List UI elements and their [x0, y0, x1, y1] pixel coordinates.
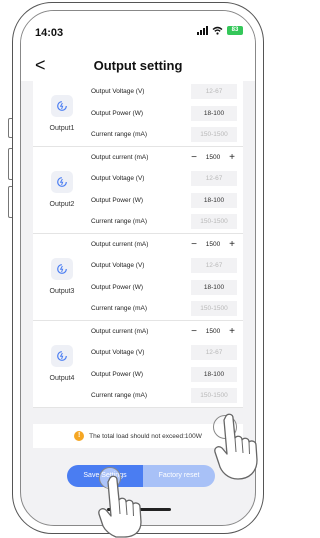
current-value[interactable]: 1500 [202, 328, 224, 335]
output-group-header: Output1 [33, 81, 91, 146]
output-group-1: Output1 Output Voltage (V) 12-67 Output … [33, 81, 243, 147]
current-range-row: Current range (mA) 150-1500 [91, 298, 243, 320]
output-current-row: Output current (mA) − 1500 + [91, 147, 243, 169]
output-current-row: Output current (mA) − 1500 + [91, 234, 243, 256]
status-icons: 83 [197, 26, 243, 35]
output-power-row: Output Power (W) 18-100 [91, 277, 243, 299]
output-voltage-value: 12-67 [191, 258, 237, 274]
power-output-icon [51, 258, 73, 280]
row-label: Current range (mA) [91, 392, 147, 400]
current-range-value: 150-1500 [191, 388, 237, 404]
current-value[interactable]: 1500 [202, 154, 224, 161]
decrement-button[interactable]: − [189, 239, 199, 250]
current-range-value: 150-1500 [191, 127, 237, 143]
output-power-row: Output Power (W) 18-100 [91, 103, 243, 125]
output-voltage-row: Output Voltage (V) 12-67 [91, 342, 243, 364]
output-voltage-value: 12-67 [191, 171, 237, 187]
current-stepper: − 1500 + [189, 152, 237, 163]
row-label: Output Power (W) [91, 283, 144, 291]
row-label: Output current (mA) [91, 240, 149, 248]
row-label: Current range (mA) [91, 305, 147, 313]
decrement-button[interactable]: − [189, 152, 199, 163]
current-range-row: Current range (mA) 150-1500 [91, 124, 243, 146]
row-label: Output Power (W) [91, 109, 144, 117]
output-group-4: Output4 Output current (mA) − 1500 + Out… [33, 320, 243, 408]
output-power-value: 18-100 [191, 105, 237, 121]
output-list: Output1 Output Voltage (V) 12-67 Output … [33, 81, 243, 408]
status-time: 14:03 [35, 27, 64, 39]
row-label: Output Voltage (V) [91, 88, 145, 96]
current-range-value: 150-1500 [191, 301, 237, 317]
output-name: Output1 [49, 124, 75, 132]
current-stepper: − 1500 + [189, 239, 237, 250]
pointing-hand-icon [214, 413, 258, 480]
output-voltage-row: Output Voltage (V) 12-67 [91, 81, 243, 103]
nav-bar: < Output setting [21, 51, 255, 81]
row-label: Output current (mA) [91, 153, 149, 161]
output-power-value: 18-100 [191, 192, 237, 208]
output-voltage-row: Output Voltage (V) 12-67 [91, 168, 243, 190]
output-power-row: Output Power (W) 18-100 [91, 190, 243, 212]
row-label: Output Voltage (V) [91, 175, 145, 183]
factory-reset-button[interactable]: Factory reset [143, 465, 215, 487]
row-label: Output Voltage (V) [91, 349, 145, 357]
page-title: Output setting [93, 58, 183, 73]
row-label: Output current (mA) [91, 327, 149, 335]
increment-button[interactable]: + [227, 239, 237, 250]
current-range-row: Current range (mA) 150-1500 [91, 385, 243, 407]
output-current-row: Output current (mA) − 1500 + [91, 321, 243, 343]
output-group-header: Output4 [33, 321, 91, 407]
wifi-icon [212, 26, 223, 35]
output-group-header: Output2 [33, 147, 91, 233]
signal-icon [197, 26, 208, 35]
notice-text: The total load should not exceed:100W [89, 432, 202, 440]
current-range-row: Current range (mA) 150-1500 [91, 211, 243, 233]
row-label: Current range (mA) [91, 218, 147, 226]
pointing-hand-icon [98, 475, 142, 538]
output-group-2: Output2 Output current (mA) − 1500 + Out… [33, 146, 243, 234]
output-voltage-value: 12-67 [191, 84, 237, 100]
decrement-button[interactable]: − [189, 326, 199, 337]
row-label: Output Voltage (V) [91, 262, 145, 270]
current-value[interactable]: 1500 [202, 241, 224, 248]
status-bar: 14:03 83 [21, 11, 255, 51]
output-group-header: Output3 [33, 234, 91, 320]
output-name: Output3 [49, 288, 75, 295]
output-name: Output4 [49, 375, 75, 382]
current-stepper: − 1500 + [189, 326, 237, 337]
power-output-icon [51, 345, 73, 367]
power-output-icon [51, 94, 73, 117]
output-voltage-row: Output Voltage (V) 12-67 [91, 255, 243, 277]
output-group-3: Output3 Output current (mA) − 1500 + Out… [33, 233, 243, 321]
increment-button[interactable]: + [227, 326, 237, 337]
warning-icon: ! [74, 431, 85, 441]
row-label: Output Power (W) [91, 196, 144, 204]
output-power-value: 18-100 [191, 366, 237, 382]
power-output-icon [51, 171, 73, 193]
battery-icon: 83 [227, 26, 243, 35]
output-power-value: 18-100 [191, 279, 237, 295]
row-label: Output Power (W) [91, 370, 144, 378]
output-voltage-value: 12-67 [191, 345, 237, 361]
output-name: Output2 [49, 201, 75, 208]
current-range-value: 150-1500 [191, 214, 237, 230]
output-power-row: Output Power (W) 18-100 [91, 364, 243, 386]
row-label: Current range (mA) [91, 131, 147, 139]
increment-button[interactable]: + [227, 152, 237, 163]
